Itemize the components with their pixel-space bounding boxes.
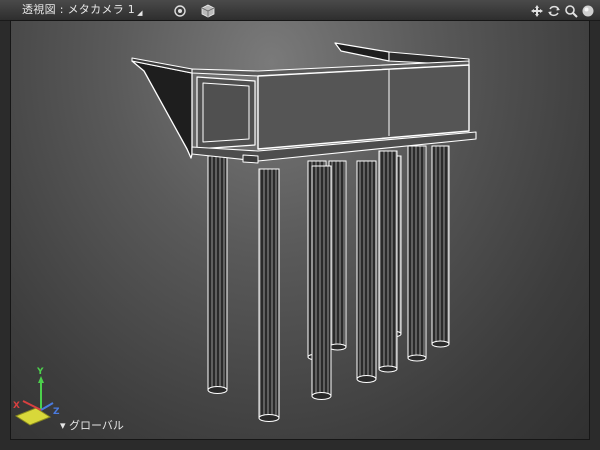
pier-cap [131,42,477,164]
move-icon[interactable] [530,3,544,17]
axis-x-line [22,400,42,411]
pile [378,150,398,373]
viewport-toolbar: 透視図 : メタカメラ 1 ◢ [0,0,600,21]
piles-front [207,145,427,422]
pile [258,168,280,422]
pile [431,145,450,348]
camera-title-text: 透視図 : メタカメラ 1 [22,3,136,16]
axis-y-label: Y [37,367,44,377]
sphere-icon[interactable] [581,3,595,17]
dropdown-caret-icon: ▾ [60,419,66,432]
coordinate-mode-dropdown[interactable]: ▾ グローバル [60,419,124,433]
cube-icon[interactable] [201,3,215,18]
coordinate-mode-label: グローバル [69,419,124,432]
3d-viewport[interactable]: Y Z X [10,20,590,440]
pile [407,145,427,362]
axis-y-arrow [38,376,44,383]
axis-z-line [40,402,54,411]
axis-z-label: Z [53,407,60,417]
pile [356,160,377,383]
camera-title[interactable]: 透視図 : メタカメラ 1 ◢ [22,3,143,20]
viewport-window: 透視図 : メタカメラ 1 ◢ Y Z X ▾ グローバル [0,0,600,450]
bridge-pier-model [14,42,477,426]
pile [207,155,228,394]
pile [311,165,332,400]
zoom-icon[interactable] [564,3,578,18]
axis-gizmo[interactable] [14,376,54,426]
rotate-icon[interactable] [547,3,561,17]
camera-menu-caret[interactable]: ◢ [137,9,143,17]
axis-x-label: X [13,401,20,411]
pile [328,160,347,351]
target-icon[interactable] [173,3,187,17]
